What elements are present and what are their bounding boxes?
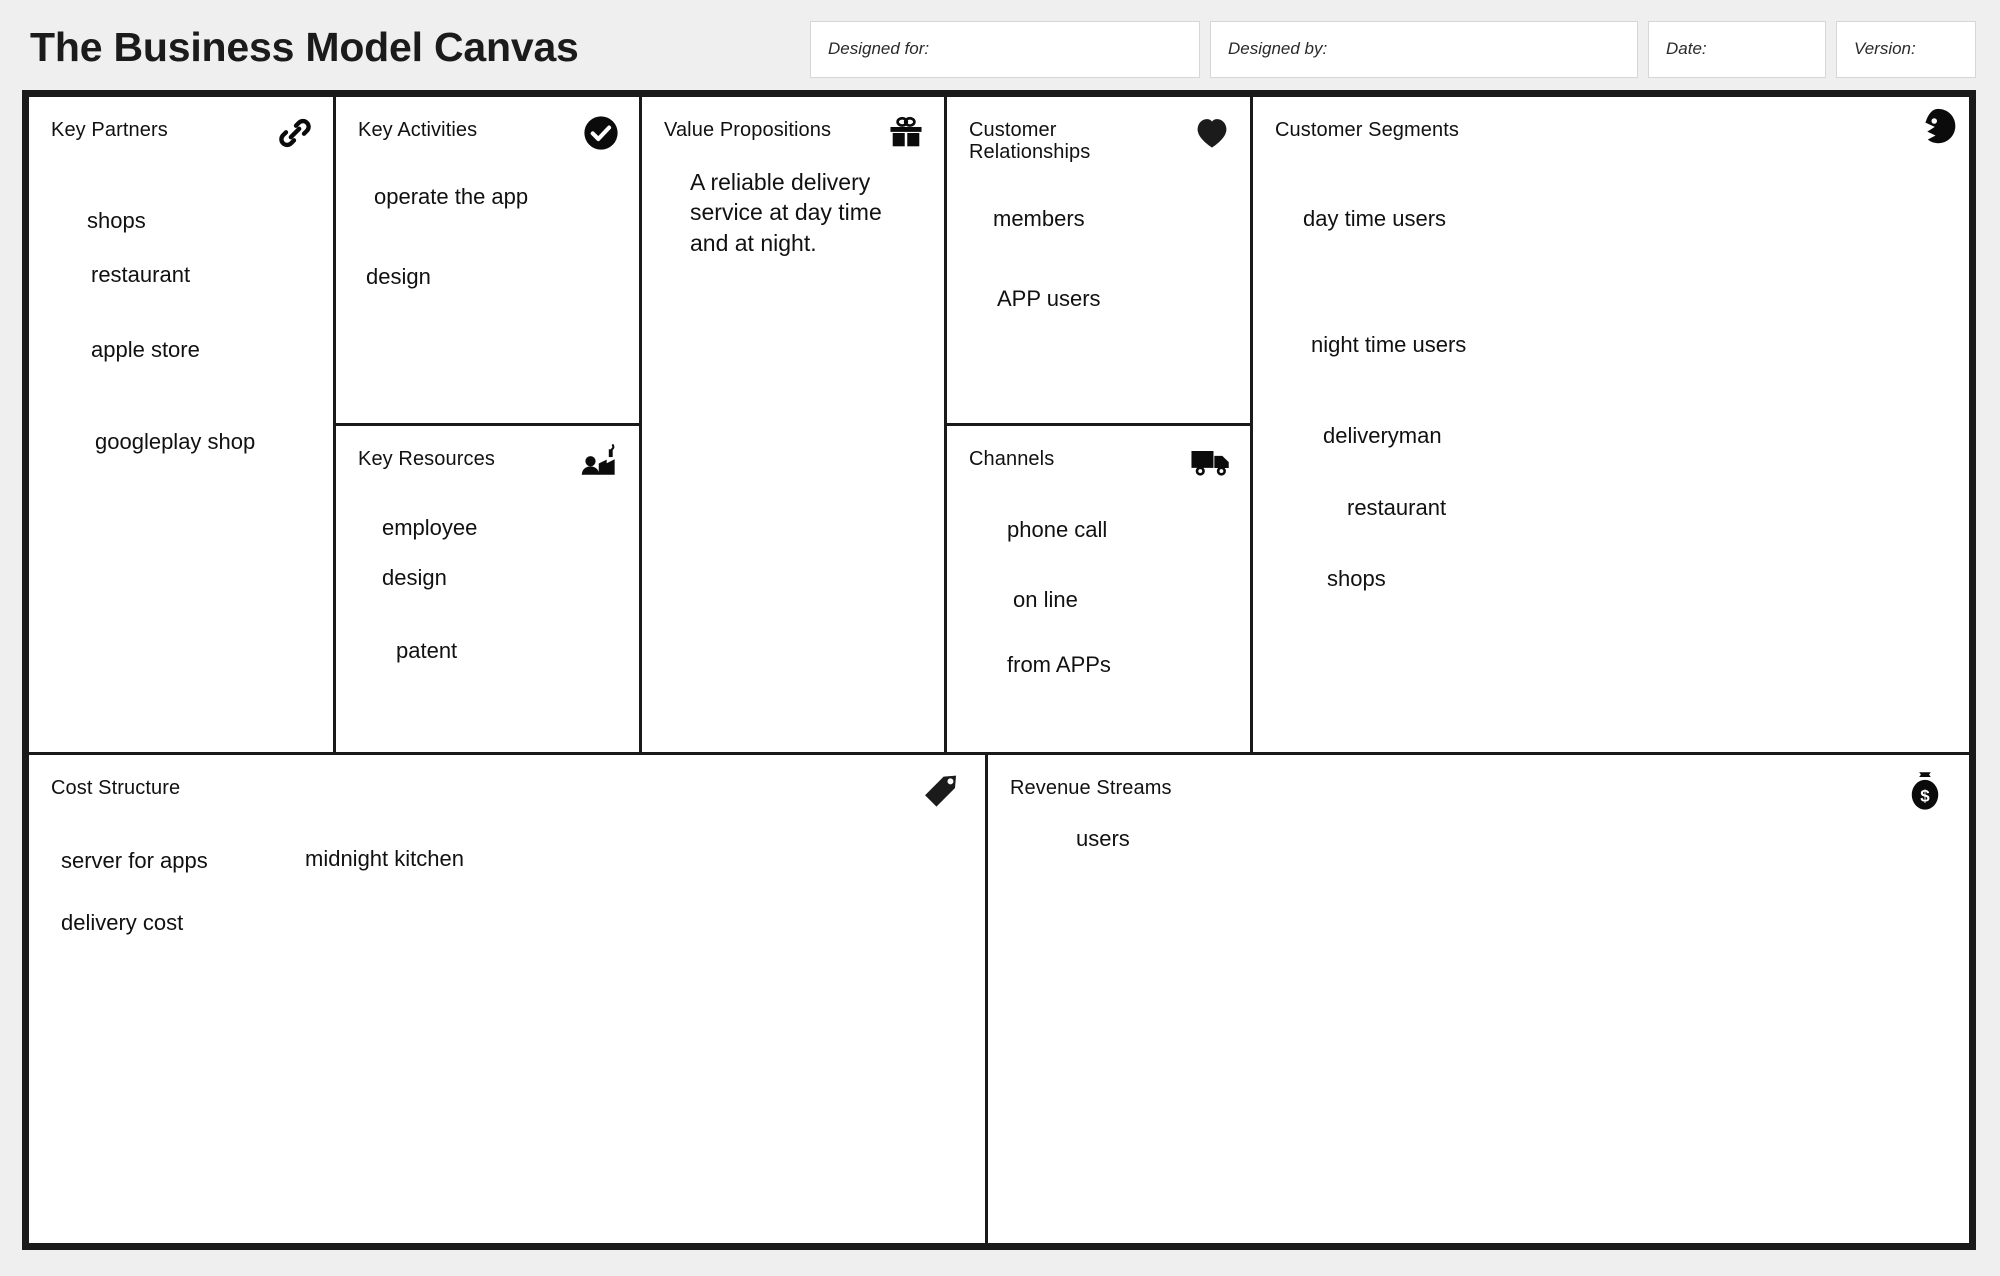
version-field[interactable]: Version:: [1836, 20, 1976, 78]
version-label: Version:: [1854, 39, 1916, 58]
key-partners-notes: shops restaurant apple store googleplay …: [51, 163, 313, 455]
date-field[interactable]: Date:: [1648, 20, 1826, 78]
note[interactable]: from APPs: [1007, 651, 1230, 679]
note[interactable]: day time users: [1303, 205, 1949, 233]
designed-for-field[interactable]: Designed for:: [810, 20, 1200, 78]
note[interactable]: server for apps: [61, 847, 208, 875]
revenue-streams-title: Revenue Streams: [1010, 777, 1172, 799]
cost-structure-title: Cost Structure: [51, 777, 181, 799]
block-key-partners[interactable]: Key Partners shops restaurant apple stor…: [29, 97, 333, 752]
value-propositions-text[interactable]: A reliable delivery service at day time …: [690, 167, 924, 258]
block-revenue-streams[interactable]: Revenue Streams $ users: [988, 755, 1969, 1243]
note[interactable]: night time users: [1311, 331, 1949, 359]
designed-by-label: Designed by:: [1228, 39, 1328, 58]
money-bag-icon: $: [1903, 769, 1947, 813]
note[interactable]: midnight kitchen: [305, 845, 464, 873]
gift-icon: [884, 111, 928, 155]
note[interactable]: users: [1076, 825, 1949, 853]
canvas-top-row: Key Partners shops restaurant apple stor…: [29, 97, 1969, 752]
column-key-partners: Key Partners shops restaurant apple stor…: [29, 97, 333, 752]
note[interactable]: shops: [1327, 565, 1949, 593]
note[interactable]: deliveryman: [1323, 422, 1949, 450]
note[interactable]: restaurant: [91, 261, 313, 289]
block-key-resources[interactable]: Key Resources employee design patent: [336, 426, 639, 752]
heart-icon: [1190, 111, 1234, 155]
note[interactable]: operate the app: [374, 183, 619, 211]
note[interactable]: employee: [382, 514, 619, 542]
note[interactable]: googleplay shop: [95, 428, 313, 456]
block-customer-segments[interactable]: Customer Segments day time users night t…: [1253, 97, 1969, 752]
date-label: Date:: [1666, 39, 1707, 58]
block-customer-relationships[interactable]: Customer Relationships members APP users: [947, 97, 1250, 423]
delivery-truck-icon: [1190, 440, 1234, 484]
revenue-streams-notes: users: [1010, 825, 1949, 853]
block-value-propositions[interactable]: Value Propositions A reliable delivery s…: [642, 97, 944, 752]
note[interactable]: design: [366, 263, 619, 291]
note[interactable]: APP users: [997, 285, 1230, 313]
cost-structure-notes: server for apps midnight kitchen deliver…: [51, 825, 965, 975]
channels-notes: phone call on line from APPs: [969, 492, 1230, 679]
column-key-activities: Key Activities operate the app design Ke…: [336, 97, 639, 752]
note[interactable]: patent: [396, 637, 619, 665]
note[interactable]: design: [382, 564, 619, 592]
price-tag-icon: [919, 769, 963, 813]
note[interactable]: delivery cost: [61, 909, 183, 937]
block-cost-structure[interactable]: Cost Structure server for apps midnight …: [29, 755, 985, 1243]
note[interactable]: on line: [1013, 586, 1230, 614]
check-circle-icon: [579, 111, 623, 155]
note[interactable]: apple store: [91, 336, 313, 364]
block-key-activities[interactable]: Key Activities operate the app design: [336, 97, 639, 423]
block-channels[interactable]: Channels phone call on line from APPs: [947, 426, 1250, 752]
worker-factory-icon: [579, 440, 623, 484]
canvas-bottom-row: Cost Structure server for apps midnight …: [29, 755, 1969, 1243]
business-model-canvas: Key Partners shops restaurant apple stor…: [22, 90, 1976, 1250]
header-fields-group: Designed for: Designed by: Date: Version…: [649, 13, 1976, 78]
page-title: The Business Model Canvas: [30, 23, 579, 70]
column-customer-segments: Customer Segments day time users night t…: [1253, 97, 1969, 752]
svg-text:$: $: [1920, 787, 1930, 806]
designed-for-label: Designed for:: [828, 39, 930, 58]
designed-by-field[interactable]: Designed by:: [1210, 20, 1638, 78]
customer-segments-notes: day time users night time users delivery…: [1275, 163, 1949, 593]
customer-relationships-notes: members APP users: [969, 185, 1230, 312]
customer-segments-title: Customer Segments: [1275, 119, 1459, 141]
key-resources-notes: employee design patent: [358, 492, 619, 665]
canvas-header: The Business Model Canvas Designed for: …: [0, 0, 2000, 90]
note[interactable]: members: [993, 205, 1230, 233]
note[interactable]: restaurant: [1347, 494, 1949, 522]
column-customer-relationships: Customer Relationships members APP users…: [947, 97, 1250, 752]
column-value-propositions: Value Propositions A reliable delivery s…: [642, 97, 944, 752]
key-activities-notes: operate the app design: [358, 163, 619, 290]
customer-head-icon: [1915, 106, 1959, 150]
chain-link-icon: [273, 111, 317, 155]
note[interactable]: phone call: [1007, 516, 1230, 544]
note[interactable]: shops: [87, 207, 313, 235]
